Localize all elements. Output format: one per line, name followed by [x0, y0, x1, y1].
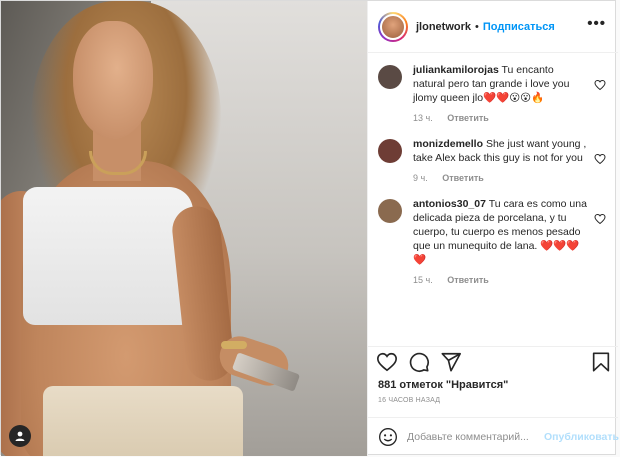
- share-icon[interactable]: [440, 351, 462, 373]
- comment-meta: 13 ч. Ответить: [413, 113, 588, 123]
- likes-count[interactable]: 881 отметок "Нравится": [378, 379, 508, 391]
- comment-list: juliankamilorojas Tu encanto natural per…: [368, 63, 618, 299]
- post-photo[interactable]: [1, 1, 367, 456]
- post-sidebar: jlonetwork • Подписаться ••• juliankamil…: [367, 1, 619, 456]
- reply-button[interactable]: Ответить: [442, 173, 484, 183]
- post-header: jlonetwork • Подписаться •••: [368, 1, 618, 53]
- comment-text: antonios30_07 Tu cara es como una delica…: [413, 197, 588, 267]
- post-timestamp[interactable]: 16 часов назад: [378, 397, 440, 404]
- comment-time[interactable]: 13 ч.: [413, 113, 433, 123]
- tagged-user-icon[interactable]: [9, 425, 31, 447]
- comment-emoji: ❤️❤️😮😮🔥: [483, 92, 545, 104]
- reply-button[interactable]: Ответить: [447, 113, 489, 123]
- more-options-icon[interactable]: •••: [587, 16, 606, 31]
- comment-time[interactable]: 9 ч.: [413, 173, 428, 183]
- bookmark-icon[interactable]: [590, 351, 612, 373]
- follow-button[interactable]: Подписаться: [483, 21, 555, 33]
- add-comment-bar: Опубликовать: [368, 417, 619, 456]
- comment-item: monizdemello She just want young , take …: [368, 137, 618, 183]
- post-actions: [368, 346, 618, 376]
- comment-username[interactable]: monizdemello: [413, 138, 483, 150]
- reply-button[interactable]: Ответить: [447, 275, 489, 285]
- comment-like-icon[interactable]: [594, 153, 606, 165]
- comment-text: juliankamilorojas Tu encanto natural per…: [413, 63, 588, 105]
- comment-like-icon[interactable]: [594, 79, 606, 91]
- comment-meta: 9 ч. Ответить: [413, 173, 588, 183]
- comment-username[interactable]: antonios30_07: [413, 198, 486, 210]
- instagram-post: jlonetwork • Подписаться ••• juliankamil…: [0, 0, 619, 456]
- separator-dot: •: [475, 20, 479, 33]
- emoji-icon[interactable]: [378, 427, 398, 447]
- commenter-avatar[interactable]: [378, 199, 402, 223]
- comment-username[interactable]: juliankamilorojas: [413, 64, 499, 76]
- comment-item: juliankamilorojas Tu encanto natural per…: [368, 63, 618, 123]
- author-username[interactable]: jlonetwork: [416, 21, 471, 33]
- comment-text: monizdemello She just want young , take …: [413, 137, 588, 165]
- comment-icon[interactable]: [408, 351, 430, 373]
- commenter-avatar[interactable]: [378, 65, 402, 89]
- heart-icon[interactable]: [376, 351, 398, 373]
- author-avatar[interactable]: [378, 11, 408, 42]
- comment-time[interactable]: 15 ч.: [413, 275, 433, 285]
- comment-like-icon[interactable]: [594, 213, 606, 225]
- commenter-avatar[interactable]: [378, 139, 402, 163]
- comment-item: antonios30_07 Tu cara es como una delica…: [368, 197, 618, 285]
- comment-meta: 15 ч. Ответить: [413, 275, 588, 285]
- comment-input[interactable]: [407, 431, 542, 443]
- publish-button[interactable]: Опубликовать: [544, 431, 619, 443]
